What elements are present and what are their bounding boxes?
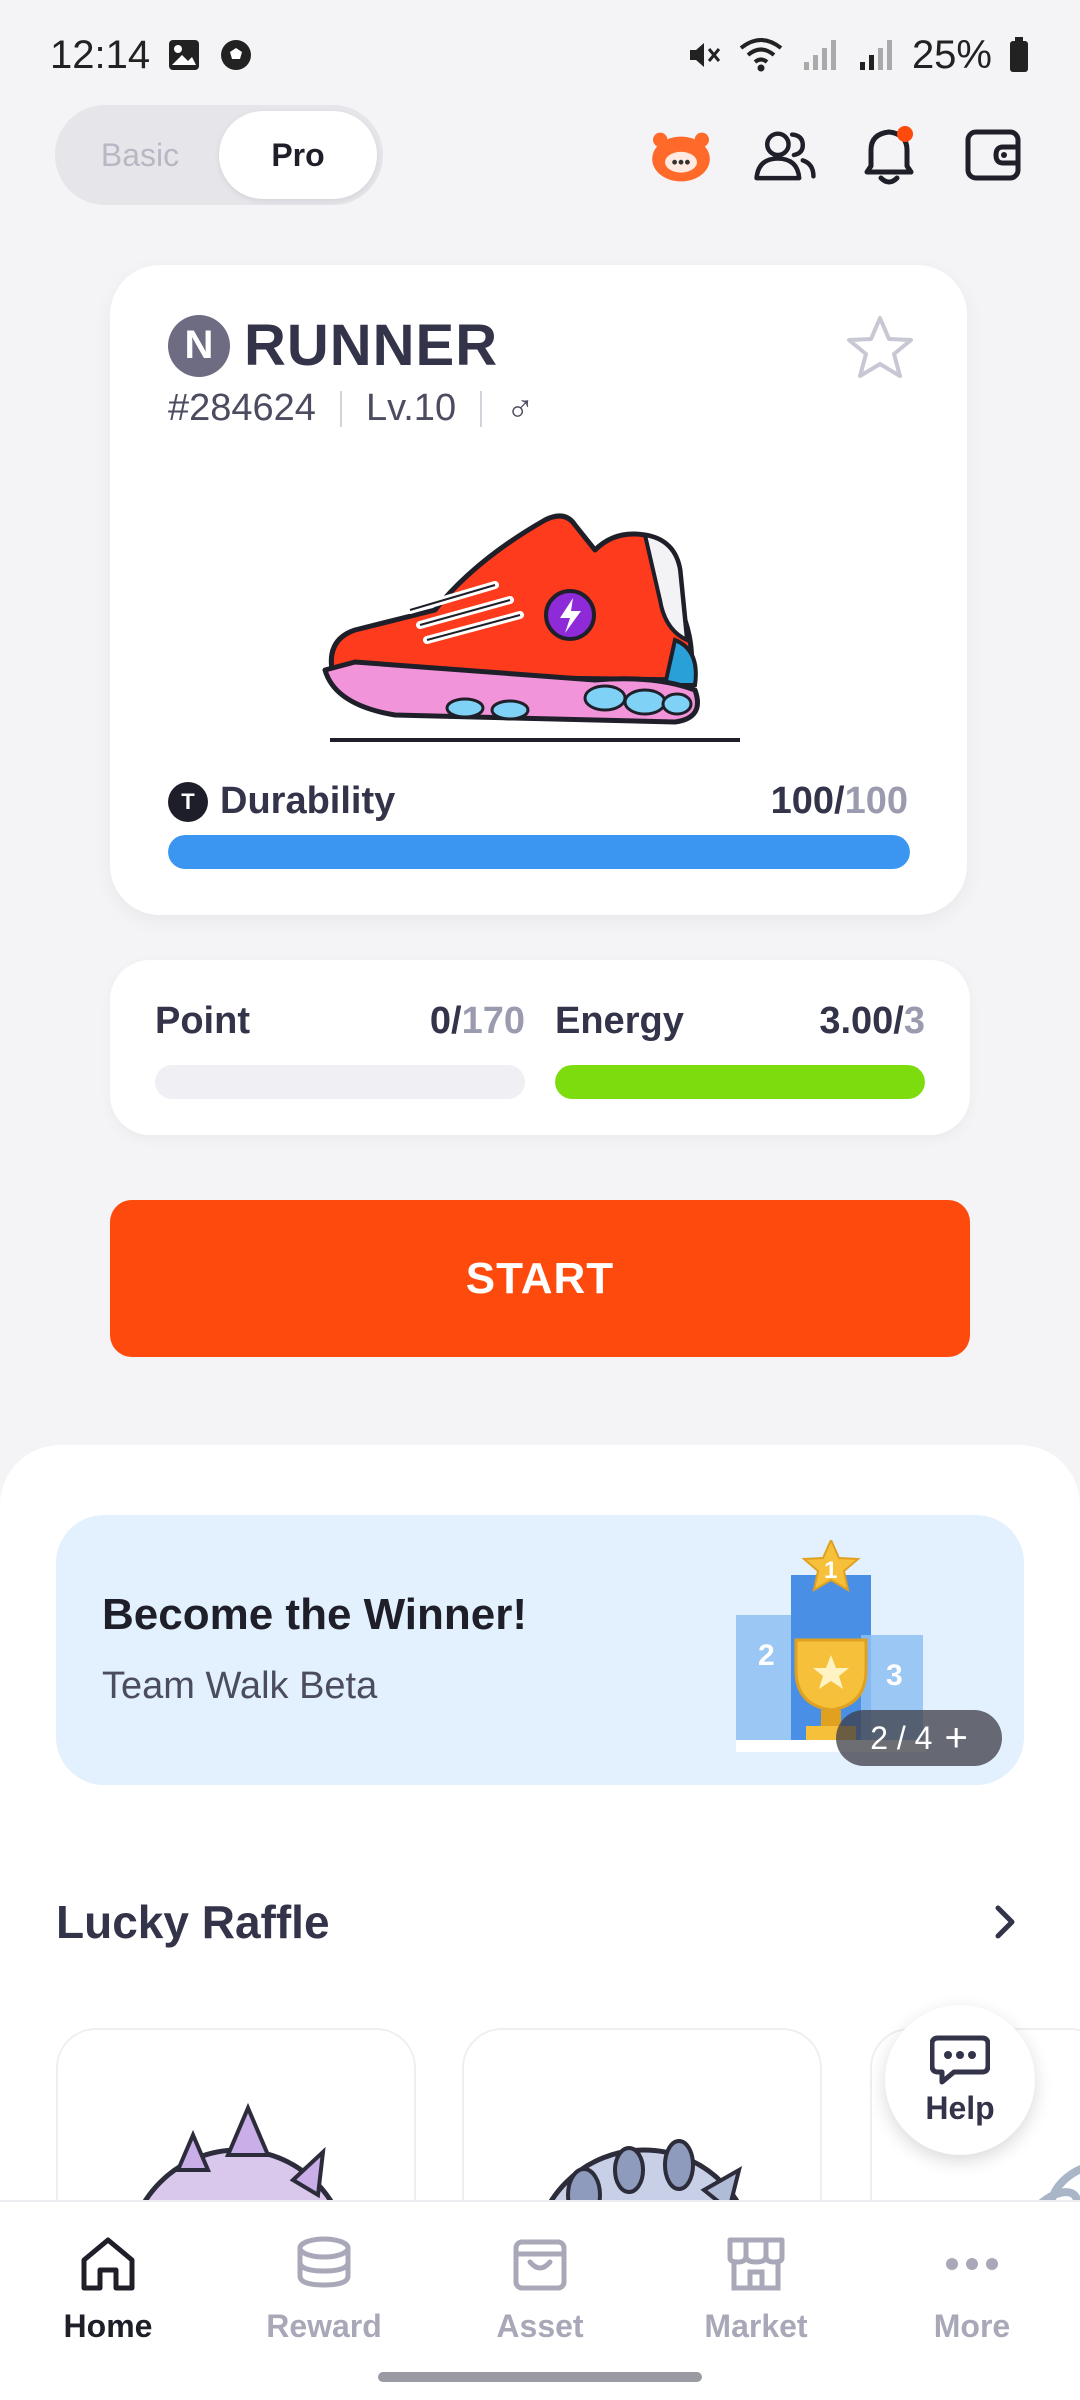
home-icon [81,2237,135,2291]
battery-percent: 25% [911,32,992,77]
energy-label: Energy [555,1000,684,1042]
wifi-icon [739,38,783,72]
bag-icon [513,2239,567,2291]
mute-icon [689,43,721,67]
point-bar [155,1065,525,1099]
status-time: 12:14 [50,32,151,77]
durability-current: 100 [770,780,835,822]
sneaker-image [322,513,740,742]
promo-banner[interactable]: Become the Winner! Team Walk Beta 2 3 1 … [56,1515,1024,1785]
rank-one-label: 1 [824,1557,837,1584]
nav-more-label: More [933,2308,1011,2344]
more-icon [946,2258,998,2270]
point-value: 0/170 [429,1000,525,1042]
energy-value: 3.00/3 [819,1000,925,1042]
nav-reward-label: Reward [266,2308,382,2344]
soccer-ball-notification-icon [221,40,252,70]
gallery-notification-icon [169,40,200,70]
notifications-button[interactable] [857,123,921,187]
energy-stat: Energy 3.00/3 [555,1000,925,1099]
point-label: Point [155,1000,250,1042]
banner-pager[interactable]: 2 / 4 + [836,1710,1002,1766]
coins-icon [297,2236,351,2288]
grade-badge: N [168,314,230,377]
banner-title: Become the Winner! [102,1590,528,1639]
chevron-right-icon[interactable] [984,1902,1024,1942]
battery-icon [1010,37,1028,72]
banner-subtitle: Team Walk Beta [102,1665,378,1707]
wallet-icon [965,129,1021,181]
signal-icon-2 [859,40,892,70]
nav-home-label: Home [63,2308,153,2344]
nav-more[interactable]: More [872,2232,1072,2400]
energy-bar [555,1065,925,1099]
wallet-button[interactable] [961,123,1025,187]
top-bar: Basic Pro [55,105,1025,205]
rank-two-label: 2 [758,1639,775,1672]
signal-icon [803,40,836,70]
divider [339,390,342,427]
help-label: Help [925,2089,995,2126]
bottom-navigation: Home Reward Asset Market More [0,2200,1080,2400]
sneaker-id: #284624 [168,387,316,429]
star-icon [847,316,913,378]
sneaker-level: Lv.10 [365,387,457,429]
mode-toggle[interactable]: Basic Pro [55,105,383,205]
point-stat: Point 0/170 [155,1000,525,1099]
notification-dot [897,126,913,142]
sneaker-card[interactable]: N RUNNER #284624 Lv.10 ♂ T Durability 10… [110,265,967,915]
sneaker-type: RUNNER [244,313,499,378]
divider [480,390,483,427]
lucky-raffle-title: Lucky Raffle [56,1896,330,1948]
mode-basic-option[interactable]: Basic [61,111,219,199]
durability-icon: T [168,781,208,822]
mascot-chat-button[interactable] [649,123,713,187]
start-button[interactable]: START [110,1200,970,1357]
mode-pro-option[interactable]: Pro [219,111,377,199]
plus-icon: + [944,1715,968,1760]
durability-value: 100/100 [770,780,908,822]
favorite-button[interactable] [845,313,915,383]
durability-bar [168,835,910,869]
store-icon [727,2237,785,2291]
chat-bubble-icon [930,2035,990,2084]
sneaker-meta: #284624 Lv.10 ♂ [168,387,535,430]
durability-label: Durability [220,780,396,822]
home-indicator[interactable] [378,2372,702,2382]
stats-card: Point 0/170 Energy 3.00/3 [110,960,970,1135]
durability-row: T Durability 100/100 [168,780,908,823]
durability-bar-fill [168,835,910,869]
energy-bar-fill [555,1065,925,1099]
nav-asset-label: Asset [496,2308,584,2344]
people-icon [754,131,816,181]
durability-max: 100 [844,780,908,822]
nav-home[interactable]: Home [8,2232,208,2400]
rank-three-label: 3 [886,1659,903,1692]
friends-button[interactable] [753,123,817,187]
gender-icon: ♂ [506,387,535,429]
nav-market-label: Market [704,2308,808,2344]
bell-icon [864,126,914,185]
banner-pager-count: 2 / 4 [870,1719,933,1756]
mascot-icon [652,132,710,182]
sneaker-title: N RUNNER [168,312,498,379]
help-button[interactable]: Help [885,2005,1035,2155]
status-bar: 12:14 25% [0,0,1080,110]
lucky-raffle-header[interactable]: Lucky Raffle [56,1895,1024,1949]
